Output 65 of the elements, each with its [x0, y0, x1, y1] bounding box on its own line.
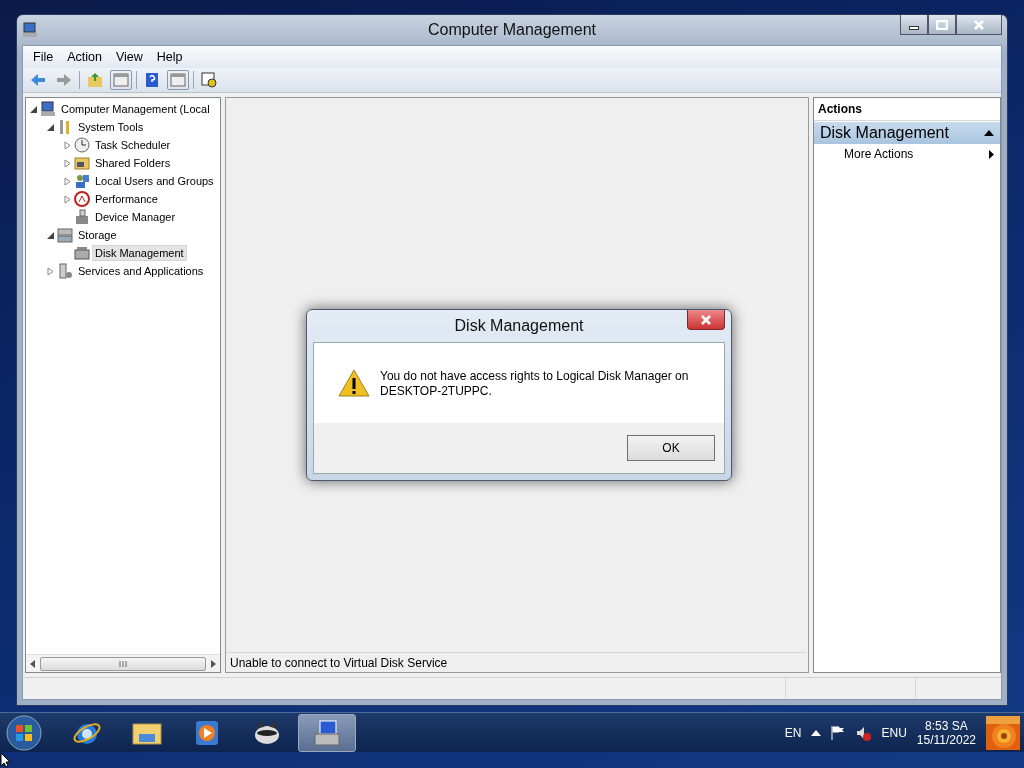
tree-item[interactable]: Device Manager: [92, 209, 179, 225]
close-icon: [973, 18, 985, 31]
window-title: Computer Management: [427, 21, 597, 39]
show-hide-tree-button[interactable]: [110, 70, 132, 90]
computer-icon: [22, 22, 38, 38]
scrollbar-thumb[interactable]: [40, 656, 206, 671]
expand-arrow-icon[interactable]: [47, 266, 55, 276]
status-message: Unable to connect to Virtual Disk Service: [226, 652, 806, 672]
scroll-right-icon[interactable]: [210, 659, 216, 668]
flag-icon: [831, 724, 846, 741]
taskbar-app[interactable]: [298, 713, 356, 752]
collapse-arrow-icon[interactable]: [30, 104, 38, 114]
clock-time[interactable]: 8:53 SA: [925, 718, 968, 733]
show-hide-action-pane-button[interactable]: [167, 70, 189, 90]
tree-item[interactable]: Performance: [92, 191, 161, 207]
scroll-left-icon[interactable]: [30, 659, 36, 668]
device-icon: [74, 209, 90, 225]
computer-icon: [40, 101, 56, 117]
tree-item[interactable]: Shared Folders: [92, 155, 174, 171]
dialog-message: You do not have access rights to Logical Disk Manager on DESKTOP-2TUPPC.: [380, 369, 690, 399]
properties-button[interactable]: [198, 70, 220, 90]
expand-arrow-icon[interactable]: [64, 140, 72, 150]
collapse-arrow-icon[interactable]: [47, 230, 55, 240]
clock-date[interactable]: 15/11/2022: [916, 732, 976, 747]
close-icon: [700, 313, 712, 326]
gauge-icon: [74, 191, 90, 207]
tree-item[interactable]: Disk Management: [92, 245, 187, 261]
menu-item[interactable]: Action: [61, 49, 108, 65]
tree-item[interactable]: Services and Applications: [75, 263, 207, 279]
start-orb-icon: [6, 714, 42, 751]
show-hidden-icons-icon[interactable]: [811, 729, 822, 736]
close-button[interactable]: [956, 15, 1002, 35]
keyboard-indicator[interactable]: EN: [784, 725, 802, 740]
disk-drive-icon: [74, 245, 90, 261]
menu-item[interactable]: File: [27, 49, 60, 65]
close-button[interactable]: [687, 310, 725, 330]
action-item[interactable]: More Actions: [814, 144, 1000, 164]
tree-item[interactable]: Local Users and Groups: [92, 173, 217, 189]
expand-arrow-icon[interactable]: [64, 158, 72, 168]
computer-management-icon: [312, 717, 342, 748]
collapse-arrow-icon[interactable]: [47, 122, 55, 132]
tree-item[interactable]: Task Scheduler: [92, 137, 174, 153]
users-icon: [74, 173, 90, 189]
minimize-button[interactable]: [900, 15, 928, 35]
tree-item[interactable]: Storage: [75, 227, 120, 243]
storage-icon: [57, 227, 73, 243]
language-indicator[interactable]: ENU: [881, 725, 907, 740]
clock-icon: [74, 137, 90, 153]
action-section-header[interactable]: Disk Management: [814, 122, 1000, 144]
expand-arrow-icon[interactable]: [64, 176, 72, 186]
minimize-icon: [909, 25, 919, 30]
maximize-icon: [936, 19, 948, 30]
dialog-title: Disk Management: [454, 317, 584, 335]
actions-header: Actions: [814, 98, 1000, 121]
menu-item[interactable]: Help: [150, 49, 189, 65]
menu-item[interactable]: View: [109, 49, 149, 65]
ok-button[interactable]: OK: [627, 435, 715, 461]
tree-item[interactable]: Computer Management (Local: [58, 101, 213, 117]
submenu-arrow-icon: [989, 149, 994, 159]
expand-arrow-icon[interactable]: [64, 194, 72, 204]
shared-folder-icon: [74, 155, 90, 171]
collapse-caret-icon: [984, 130, 994, 136]
maximize-button[interactable]: [928, 15, 956, 35]
warning-icon: [338, 369, 370, 397]
tree-item[interactable]: System Tools: [75, 119, 147, 135]
